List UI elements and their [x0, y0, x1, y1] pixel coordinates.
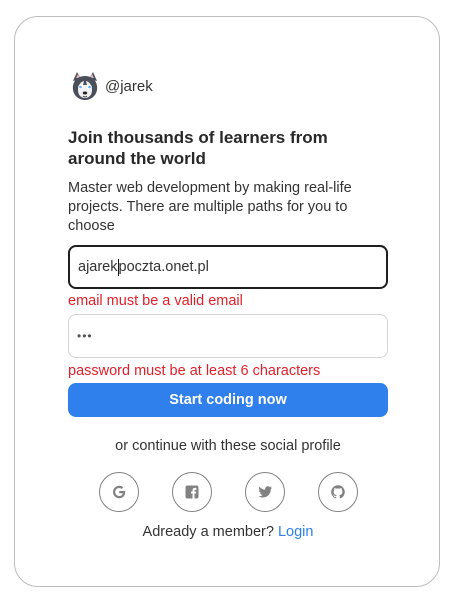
- email-error: email must be a valid email: [68, 293, 243, 309]
- google-login-button[interactable]: [98, 472, 139, 512]
- member-prompt: Adready a member? Login: [15, 524, 441, 540]
- page-title: Join thousands of learners from around t…: [68, 128, 328, 168]
- husky-avatar-icon: [68, 69, 102, 103]
- github-login-button[interactable]: [317, 472, 358, 512]
- github-icon: [330, 485, 345, 499]
- member-prompt-text: Adready a member?: [142, 524, 274, 540]
- twitter-login-button[interactable]: [244, 472, 285, 512]
- google-icon: [112, 485, 125, 499]
- password-field[interactable]: •••: [68, 314, 388, 358]
- twitter-icon: [258, 486, 272, 498]
- login-link[interactable]: Login: [278, 524, 313, 540]
- email-value-start: ajarek: [78, 259, 118, 275]
- email-value-end: poczta.onet.pl: [118, 259, 209, 275]
- email-field[interactable]: ajarek poczta.onet.pl: [68, 245, 388, 289]
- facebook-login-button[interactable]: [171, 472, 212, 512]
- social-buttons: [15, 472, 441, 512]
- social-login-text: or continue with these social profile: [115, 438, 341, 454]
- username: @jarek: [105, 77, 153, 95]
- signup-card: @jarek Join thousands of learners from a…: [14, 16, 440, 587]
- start-coding-button[interactable]: Start coding now: [68, 383, 388, 417]
- password-value: •••: [77, 329, 93, 343]
- password-error: password must be at least 6 characters: [68, 363, 321, 379]
- brand: @jarek: [68, 69, 153, 103]
- intro-text: Master web development by making real-li…: [68, 180, 352, 234]
- facebook-icon: [185, 485, 198, 499]
